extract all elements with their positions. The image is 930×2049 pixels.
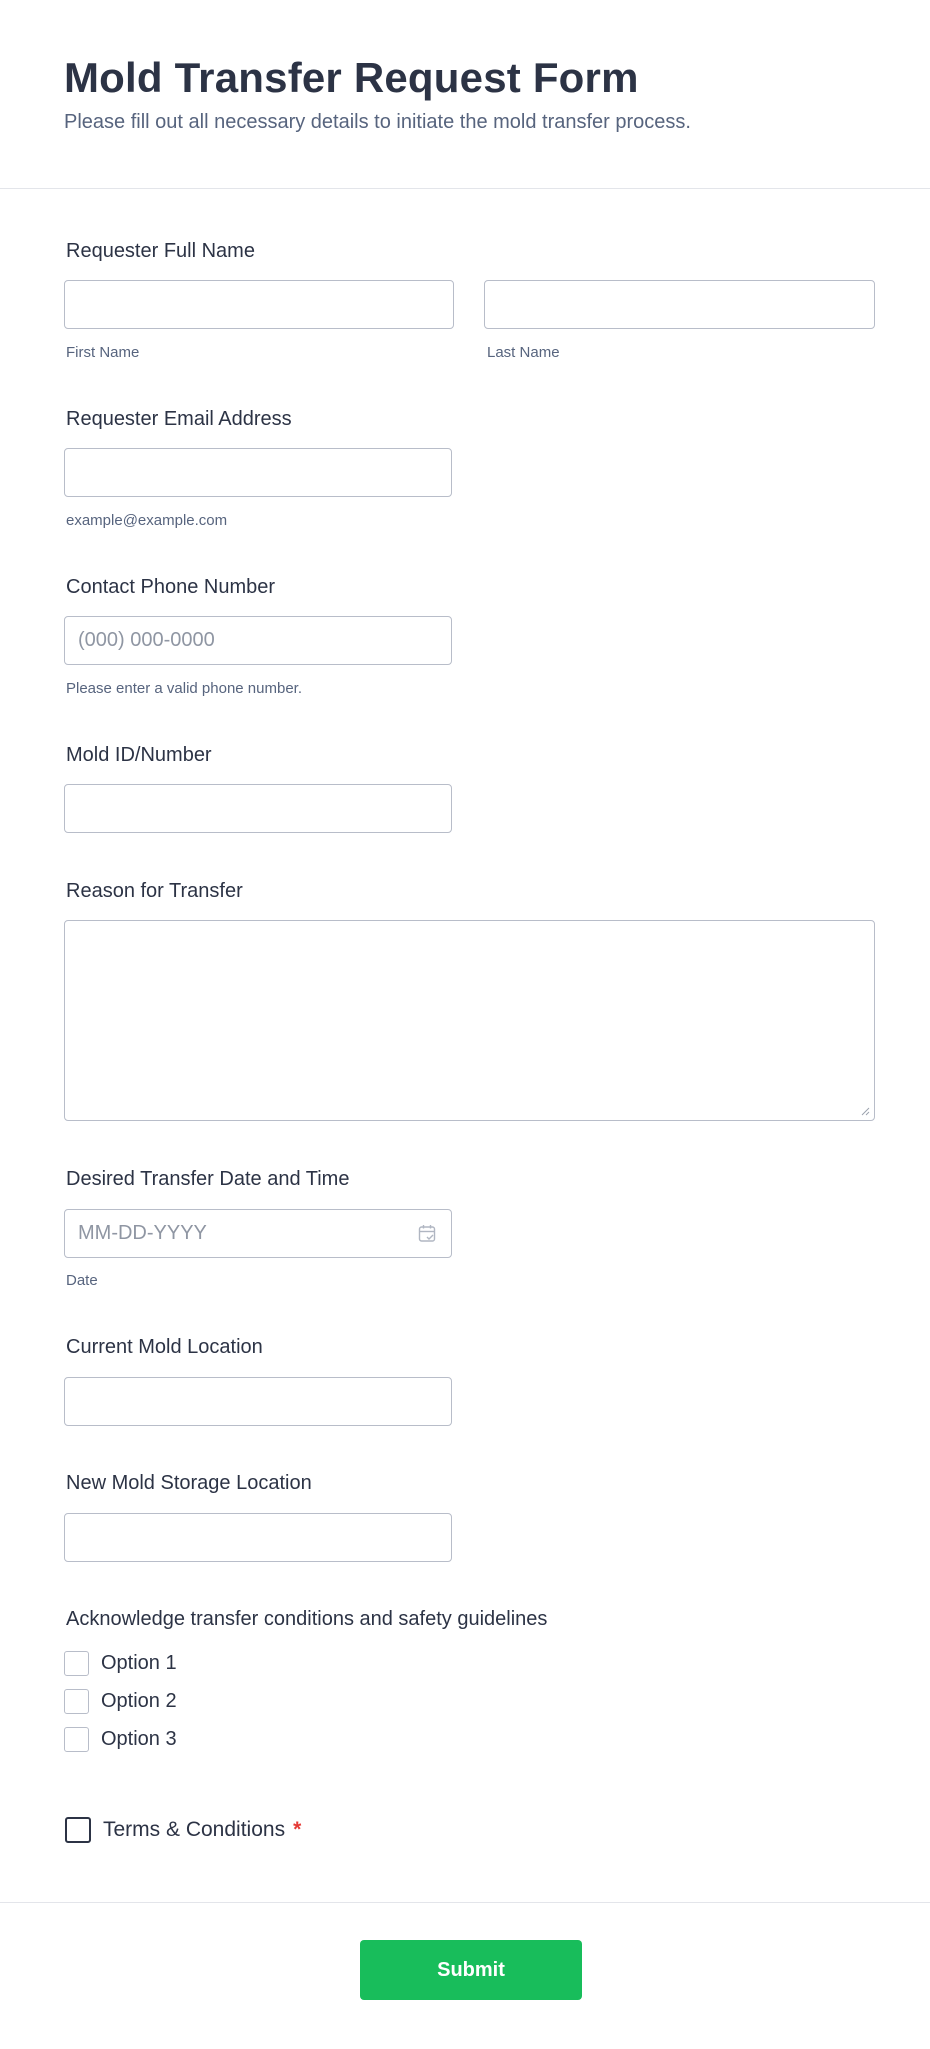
email-sublabel: example@example.com — [66, 512, 228, 529]
terms-label[interactable]: Terms & Conditions * — [103, 1816, 301, 1844]
full-name-label: Requester Full Name — [66, 240, 255, 262]
checkbox[interactable] — [64, 1689, 89, 1714]
phone-input[interactable]: (000) 000-0000 — [64, 616, 452, 665]
required-asterisk: * — [293, 1818, 302, 1841]
first-name-sublabel: First Name — [66, 344, 140, 361]
phone-label: Contact Phone Number — [66, 576, 276, 598]
phone-sublabel: Please enter a valid phone number. — [66, 680, 302, 697]
email-input[interactable] — [64, 448, 452, 497]
current-location-label: Current Mold Location — [66, 1336, 263, 1358]
acknowledge-label: Acknowledge transfer conditions and safe… — [66, 1608, 548, 1630]
mold-id-input[interactable] — [64, 784, 452, 833]
reason-textarea[interactable] — [64, 920, 875, 1121]
new-location-label: New Mold Storage Location — [66, 1472, 312, 1494]
mold-id-label: Mold ID/Number — [66, 744, 212, 766]
form-header: Mold Transfer Request Form Please fill o… — [0, 0, 930, 189]
checkbox-label: Option 3 — [101, 1728, 177, 1750]
transfer-date-label: Desired Transfer Date and Time — [66, 1168, 350, 1190]
phone-placeholder: (000) 000-0000 — [78, 629, 215, 651]
submit-button[interactable]: Submit — [360, 1940, 582, 2000]
resize-grip-icon[interactable] — [860, 1106, 870, 1116]
email-label: Requester Email Address — [66, 408, 292, 430]
calendar-icon[interactable] — [418, 1224, 437, 1243]
terms-text: Terms & Conditions — [103, 1818, 286, 1841]
date-sublabel: Date — [66, 1272, 98, 1289]
form-subtitle: Please fill out all necessary details to… — [64, 111, 691, 133]
reason-label: Reason for Transfer — [66, 880, 243, 902]
checkbox-label: Option 1 — [101, 1652, 177, 1674]
checkbox[interactable] — [64, 1651, 89, 1676]
checkbox-label: Option 2 — [101, 1690, 177, 1712]
first-name-input[interactable] — [64, 280, 454, 329]
footer-divider — [0, 1902, 930, 1903]
transfer-date-input[interactable]: MM-DD-YYYY — [64, 1209, 452, 1258]
terms-checkbox[interactable] — [65, 1817, 91, 1843]
form-page: Mold Transfer Request Form Please fill o… — [0, 0, 930, 2049]
last-name-sublabel: Last Name — [487, 344, 560, 361]
checkbox[interactable] — [64, 1727, 89, 1752]
last-name-input[interactable] — [484, 280, 875, 329]
date-placeholder: MM-DD-YYYY — [78, 1222, 207, 1244]
new-location-input[interactable] — [64, 1513, 452, 1562]
form-title: Mold Transfer Request Form — [64, 54, 639, 101]
current-location-input[interactable] — [64, 1377, 452, 1426]
